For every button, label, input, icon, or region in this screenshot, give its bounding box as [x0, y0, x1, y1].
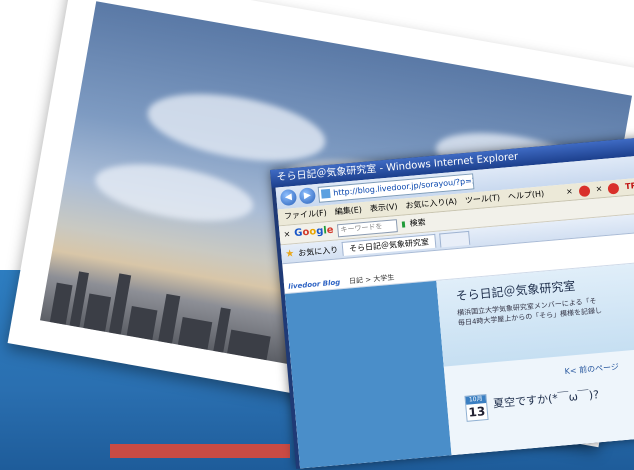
close-icon[interactable]: ×: [595, 181, 603, 198]
search-icon[interactable]: ▮: [401, 215, 407, 233]
post-header: 10月 13 夏空ですか(*￣ω￣)?: [464, 378, 634, 422]
tab-new[interactable]: [439, 230, 471, 248]
favorites-button[interactable]: お気に入り: [298, 244, 339, 258]
menu-edit[interactable]: 編集(E): [334, 202, 363, 220]
forward-icon[interactable]: ▶: [298, 187, 317, 205]
page-icon: [320, 188, 331, 199]
cloud: [142, 82, 331, 173]
back-icon[interactable]: ◀: [279, 188, 298, 207]
google-search-button[interactable]: 検索: [409, 214, 427, 233]
close-icon[interactable]: ×: [565, 184, 573, 201]
blog-main: そら日記＠気象研究室 横浜国立大学気象研究室メンバーによる「そ 毎日4時大学屋上…: [436, 261, 634, 456]
addon-icon[interactable]: [578, 184, 591, 197]
page-content: livedoor Blog 日記 > 大学生 そら日記＠気象研究室 横浜国立大学…: [283, 248, 634, 469]
cloud: [91, 154, 258, 232]
post-title[interactable]: 夏空ですか(*￣ω￣)?: [492, 386, 600, 411]
post-date: 10月 13: [464, 393, 489, 422]
trend-icon[interactable]: [607, 182, 620, 195]
toolbar-close-icon[interactable]: ×: [283, 226, 291, 245]
google-search-input[interactable]: キーワードを: [337, 218, 398, 237]
ie-browser-window[interactable]: そら日記＠気象研究室 - Windows Internet Explorer ◀…: [270, 136, 634, 469]
trend-label: TREND: [624, 179, 634, 192]
blog-sidebar: [284, 280, 452, 469]
menu-help[interactable]: ヘルプ(H): [507, 186, 545, 205]
menu-tools[interactable]: ツール(T): [464, 190, 501, 209]
breadcrumb[interactable]: 日記 > 大学生: [349, 274, 395, 286]
post-date-day: 13: [467, 404, 486, 420]
menu-view[interactable]: 表示(V): [369, 199, 398, 217]
prev-page-link[interactable]: K< 前のページ: [564, 357, 634, 377]
google-logo: Google: [293, 224, 335, 240]
browser-body: ◀ ▶ http://blog.livedoor.jp/sorayou/?p=2…: [275, 154, 634, 469]
favorites-star-icon[interactable]: ★: [285, 248, 295, 260]
